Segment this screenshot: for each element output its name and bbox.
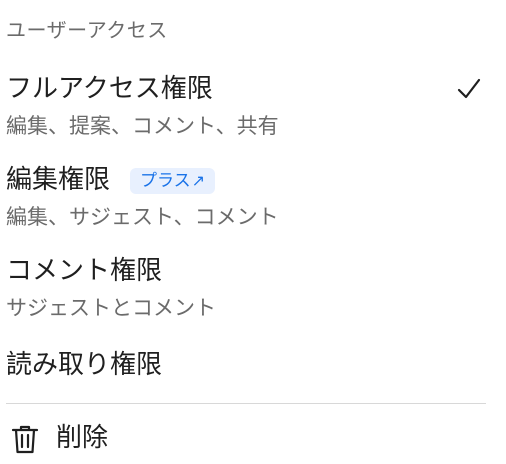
plus-badge-label: プラス xyxy=(140,171,191,191)
option-title: 編集権限 xyxy=(6,165,111,195)
option-full-access[interactable]: フルアクセス権限 編集、提案、コメント、共有 xyxy=(0,72,490,142)
checkmark-icon xyxy=(457,78,481,99)
trash-icon xyxy=(11,425,39,454)
external-arrow-icon: ↗ xyxy=(191,171,206,190)
option-read[interactable]: 読み取り権限 xyxy=(0,348,490,388)
option-comment[interactable]: コメント権限 サジェストとコメント xyxy=(0,254,490,324)
section-header-user-access: ユーザーアクセス xyxy=(6,18,168,42)
option-description: 編集、サジェスト、コメント xyxy=(6,205,279,229)
menu-divider xyxy=(6,403,486,404)
option-title: コメント権限 xyxy=(6,256,163,286)
option-edit[interactable]: 編集権限 プラス ↗ 編集、サジェスト、コメント xyxy=(0,163,490,233)
option-title: フルアクセス権限 xyxy=(6,74,213,104)
delete-label: 削除 xyxy=(56,423,109,453)
option-description: 編集、提案、コメント、共有 xyxy=(6,114,279,138)
option-description: サジェストとコメント xyxy=(6,296,216,320)
access-permission-menu: ユーザーアクセス フルアクセス権限 編集、提案、コメント、共有 編集権限 プラス… xyxy=(0,0,506,464)
option-title: 読み取り権限 xyxy=(6,350,163,380)
plus-badge[interactable]: プラス ↗ xyxy=(130,168,216,194)
delete-button[interactable]: 削除 xyxy=(0,418,490,460)
